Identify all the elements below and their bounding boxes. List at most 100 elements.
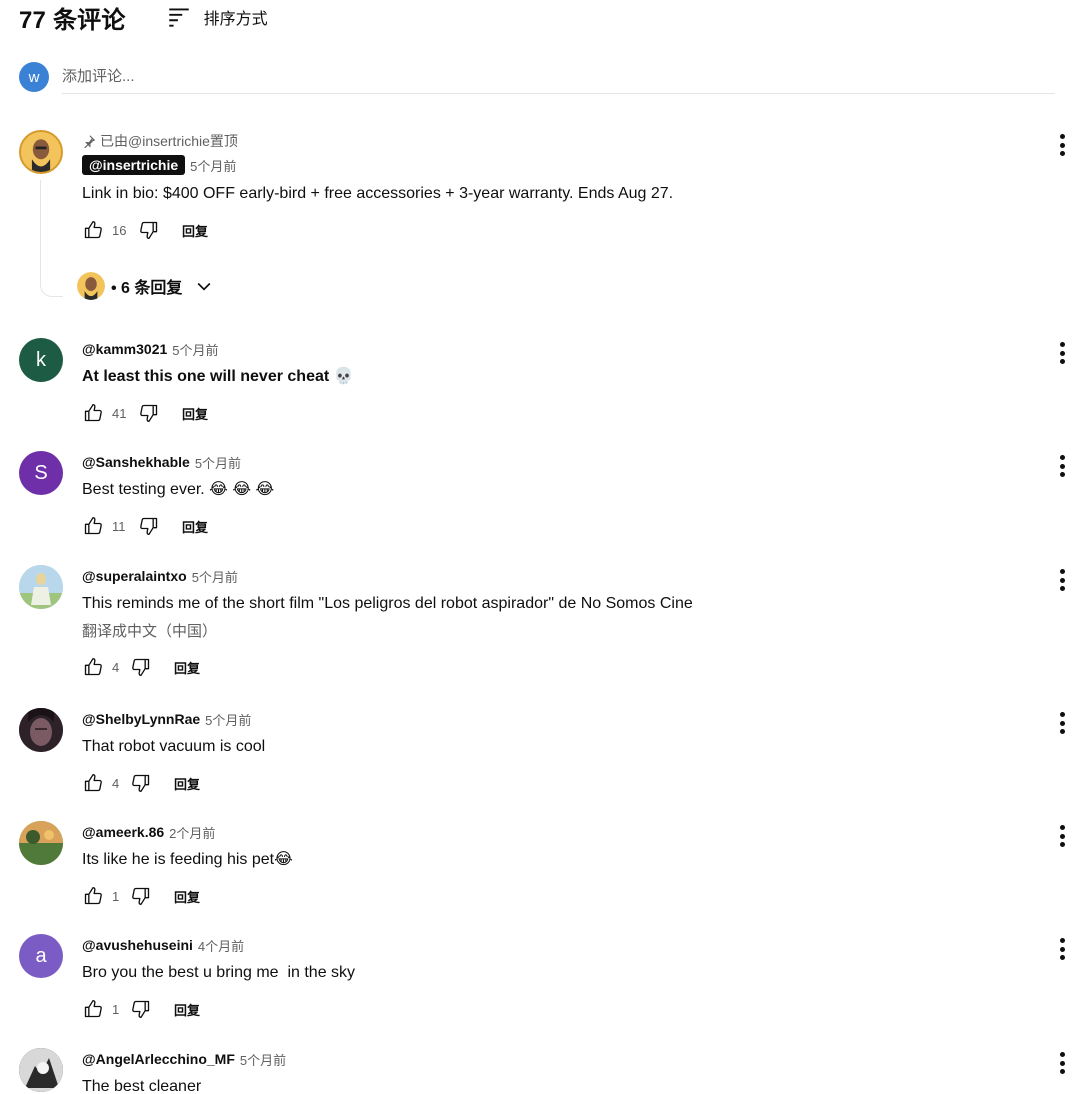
reply-button[interactable]: 回复 (182, 517, 208, 536)
like-count: 1 (112, 1001, 120, 1017)
more-options-button[interactable] (1055, 569, 1069, 591)
reply-button[interactable]: 回复 (182, 404, 208, 423)
comment-meta: @superalaintxo 5个月前 (82, 565, 1029, 587)
like-icon[interactable] (82, 998, 104, 1020)
author-name[interactable]: @ShelbyLynnRae (82, 711, 200, 727)
comment-actions: 41 回复 (82, 402, 1029, 424)
author-name[interactable]: @Sanshekhable (82, 454, 190, 470)
like-icon[interactable] (82, 885, 104, 907)
dislike-icon[interactable] (138, 219, 160, 241)
like-count: 1 (112, 888, 120, 904)
comment-actions: 4 回复 (82, 772, 1029, 794)
comment-time[interactable]: 5个月前 (205, 710, 251, 729)
comment-count-title: 77 条评论 (19, 6, 126, 34)
replies-count: • 6 条回复 (111, 280, 183, 297)
comments-header: 77 条评论 排序方式 (19, 0, 268, 34)
comment-time[interactable]: 4个月前 (198, 936, 244, 955)
reply-button[interactable]: 回复 (174, 658, 200, 677)
comment-pinned: 已由@insertrichie置顶 @insertrichie 5个月前 Lin… (19, 130, 1069, 310)
comment-text: Link in bio: $400 OFF early-bird + free … (82, 185, 674, 202)
comment: @superalaintxo 5个月前 This reminds me of t… (19, 565, 1069, 685)
comment-text: Best testing ever. 😂 😂 😂 (82, 481, 275, 498)
like-icon[interactable] (82, 515, 104, 537)
comment-body: @Sanshekhable 5个月前 Best testing ever. 😂 … (82, 451, 1029, 537)
my-avatar: w (19, 62, 49, 92)
author-name[interactable]: @AngelArlecchino_MF (82, 1051, 235, 1067)
view-replies-button[interactable]: • 6 条回复 (77, 272, 214, 300)
like-icon[interactable] (82, 219, 104, 241)
comments-section: 77 条评论 排序方式 w 已由@insertrichie置顶 @insertr… (0, 0, 1080, 1094)
like-count: 4 (112, 775, 120, 791)
more-options-button[interactable] (1055, 134, 1069, 156)
thread-line (40, 180, 63, 297)
pinned-label: 已由@insertrichie置顶 (100, 133, 238, 149)
pin-icon (84, 135, 96, 148)
more-options-button[interactable] (1055, 1052, 1069, 1074)
author-name[interactable]: @kamm3021 (82, 341, 167, 357)
sort-button[interactable]: 排序方式 (166, 4, 268, 30)
reply-button[interactable]: 回复 (174, 1000, 200, 1019)
comment-body: @AngelArlecchino_MF 5个月前 The best cleane… (82, 1048, 1029, 1094)
author-name[interactable]: @superalaintxo (82, 568, 187, 584)
comment: @ShelbyLynnRae 5个月前 That robot vacuum is… (19, 708, 1069, 798)
dislike-icon[interactable] (138, 402, 160, 424)
more-options-button[interactable] (1055, 938, 1069, 960)
comment-body: @kamm3021 5个月前 At least this one will ne… (82, 338, 1029, 424)
comment-meta: @kamm3021 5个月前 (82, 338, 1029, 360)
comment-time[interactable]: 5个月前 (240, 1050, 286, 1069)
comment-time[interactable]: 2个月前 (169, 823, 215, 842)
avatar[interactable]: S (19, 451, 63, 495)
avatar[interactable]: k (19, 338, 63, 382)
author-name[interactable]: @ameerk.86 (82, 824, 164, 840)
avatar[interactable] (19, 565, 63, 609)
like-icon[interactable] (82, 656, 104, 678)
dislike-icon[interactable] (138, 515, 160, 537)
avatar-image (21, 132, 61, 172)
like-icon[interactable] (82, 402, 104, 424)
comment-time[interactable]: 5个月前 (192, 567, 238, 586)
add-comment-input[interactable] (62, 60, 1055, 94)
reply-button[interactable]: 回复 (182, 221, 208, 240)
comment-actions: 11 回复 (82, 515, 1029, 537)
more-options-button[interactable] (1055, 712, 1069, 734)
comment-time[interactable]: 5个月前 (172, 340, 218, 359)
reply-button[interactable]: 回复 (174, 887, 200, 906)
comment-meta: @insertrichie 5个月前 (82, 153, 1029, 177)
comment-text: The best cleaner (82, 1078, 202, 1094)
avatar[interactable]: a (19, 934, 63, 978)
comment-body: @ShelbyLynnRae 5个月前 That robot vacuum is… (82, 708, 1029, 794)
author-name[interactable]: @avushehuseini (82, 937, 193, 953)
avatar[interactable] (19, 130, 63, 174)
comment-text: Bro you the best u bring me in the sky (82, 964, 356, 981)
translate-link[interactable]: 翻译成中文（中国） (82, 622, 1029, 642)
comment-body: @superalaintxo 5个月前 This reminds me of t… (82, 565, 1029, 678)
more-options-button[interactable] (1055, 342, 1069, 364)
comment-meta: @ShelbyLynnRae 5个月前 (82, 708, 1029, 730)
comment-actions: 1 回复 (82, 885, 1029, 907)
comment-body: @ameerk.86 2个月前 Its like he is feeding h… (82, 821, 1029, 907)
reply-button[interactable]: 回复 (174, 774, 200, 793)
author-chip[interactable]: @insertrichie (82, 155, 186, 175)
add-comment-row: w (19, 60, 1055, 94)
comment-actions: 1 回复 (82, 998, 1029, 1020)
comment: @ameerk.86 2个月前 Its like he is feeding h… (19, 821, 1069, 911)
comment-text: At least this one will never cheat 💀 (82, 368, 354, 385)
sort-label: 排序方式 (203, 11, 268, 28)
dislike-icon[interactable] (130, 885, 152, 907)
comment-time[interactable]: 5个月前 (190, 156, 236, 175)
dislike-icon[interactable] (130, 656, 152, 678)
like-icon[interactable] (82, 772, 104, 794)
dislike-icon[interactable] (130, 772, 152, 794)
avatar[interactable] (19, 708, 63, 752)
comment-body: @avushehuseini 4个月前 Bro you the best u b… (82, 934, 1029, 1020)
more-options-button[interactable] (1055, 825, 1069, 847)
avatar[interactable] (19, 1048, 63, 1092)
dislike-icon[interactable] (130, 998, 152, 1020)
like-count: 4 (112, 659, 120, 675)
comment-body: 已由@insertrichie置顶 @insertrichie 5个月前 Lin… (82, 130, 1029, 241)
avatar[interactable] (19, 821, 63, 865)
comment-time[interactable]: 5个月前 (195, 453, 241, 472)
comment-text: Its like he is feeding his pet😂 (82, 851, 293, 868)
more-options-button[interactable] (1055, 455, 1069, 477)
comment-meta: @avushehuseini 4个月前 (82, 934, 1029, 956)
